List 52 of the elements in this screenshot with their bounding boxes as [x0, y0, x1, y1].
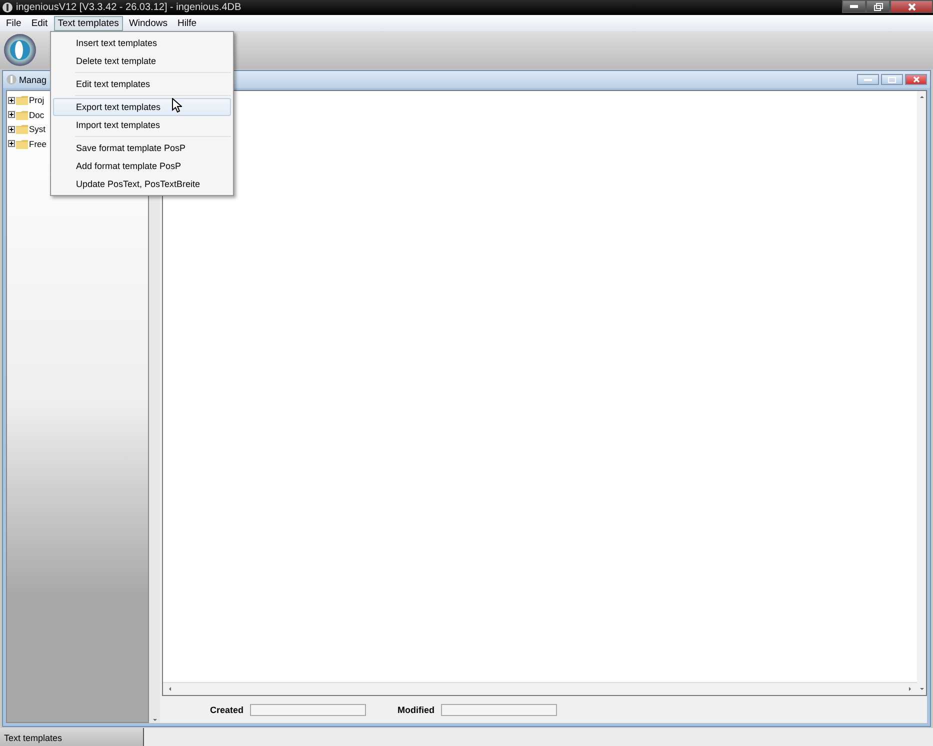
arrow-up-icon — [918, 94, 924, 100]
minimize-icon — [864, 78, 872, 80]
minimize-button[interactable] — [842, 0, 866, 13]
cursor-icon — [172, 98, 182, 113]
menu-item[interactable]: Insert text templates — [53, 34, 231, 52]
arrow-left-icon — [167, 686, 173, 692]
maximize-icon — [888, 76, 896, 82]
tree-item[interactable]: Proj — [29, 95, 44, 106]
folder-icon — [16, 95, 28, 106]
status-text: Text templates — [0, 728, 144, 746]
menu-item[interactable]: Windows — [124, 16, 172, 30]
restore-button[interactable] — [866, 0, 890, 13]
maximize-button[interactable] — [881, 74, 903, 85]
menu-item[interactable]: Import text templates — [53, 116, 231, 134]
input-field[interactable] — [250, 704, 366, 716]
expand-icon[interactable] — [8, 126, 15, 133]
app-logo-icon — [2, 2, 13, 13]
arrow-right-icon — [907, 686, 913, 692]
folder-icon — [16, 124, 28, 134]
folder-icon — [16, 138, 28, 149]
field-label: Created — [210, 704, 244, 714]
input-field[interactable] — [440, 704, 557, 716]
menu-item[interactable]: Edit — [27, 16, 52, 30]
tree-item[interactable]: Syst — [29, 124, 46, 134]
minimize-icon — [850, 5, 858, 8]
window-title: Manag — [19, 74, 47, 84]
app-logo-icon — [6, 74, 17, 85]
close-button[interactable] — [890, 0, 933, 13]
window-title: ingeniousV12 [V3.3.42 - 26.03.12] - ingenious.4DB — [16, 2, 242, 13]
close-button[interactable] — [905, 74, 927, 85]
menu-item[interactable]: Update PosText, PosTextBreite — [53, 175, 231, 193]
close-icon — [908, 2, 916, 10]
menu-item[interactable]: Edit text templates — [53, 75, 231, 93]
folder-icon — [16, 110, 28, 120]
arrow-down-icon — [918, 686, 924, 692]
menu-item[interactable]: File — [2, 16, 26, 30]
menu-item[interactable]: Export text templates — [53, 98, 231, 116]
logo-icon[interactable] — [3, 33, 37, 67]
menu-item[interactable]: Hilfe — [173, 16, 200, 30]
menu-item[interactable]: Save format template PosP — [53, 139, 231, 157]
restore-icon — [874, 2, 882, 10]
expand-icon[interactable] — [8, 140, 15, 148]
menu-item[interactable]: Add format template PosP — [53, 157, 231, 175]
expand-icon[interactable] — [8, 111, 15, 118]
field-label: Modified — [398, 704, 435, 714]
arrow-down-icon — [152, 717, 158, 723]
menu-item[interactable]: Text templates — [54, 16, 123, 30]
tree-item[interactable]: Doc — [29, 110, 44, 120]
tree-item[interactable]: Free — [29, 138, 46, 149]
expand-icon[interactable] — [8, 96, 15, 104]
close-icon — [912, 76, 920, 83]
menu-item[interactable]: Delete text template — [53, 52, 231, 70]
